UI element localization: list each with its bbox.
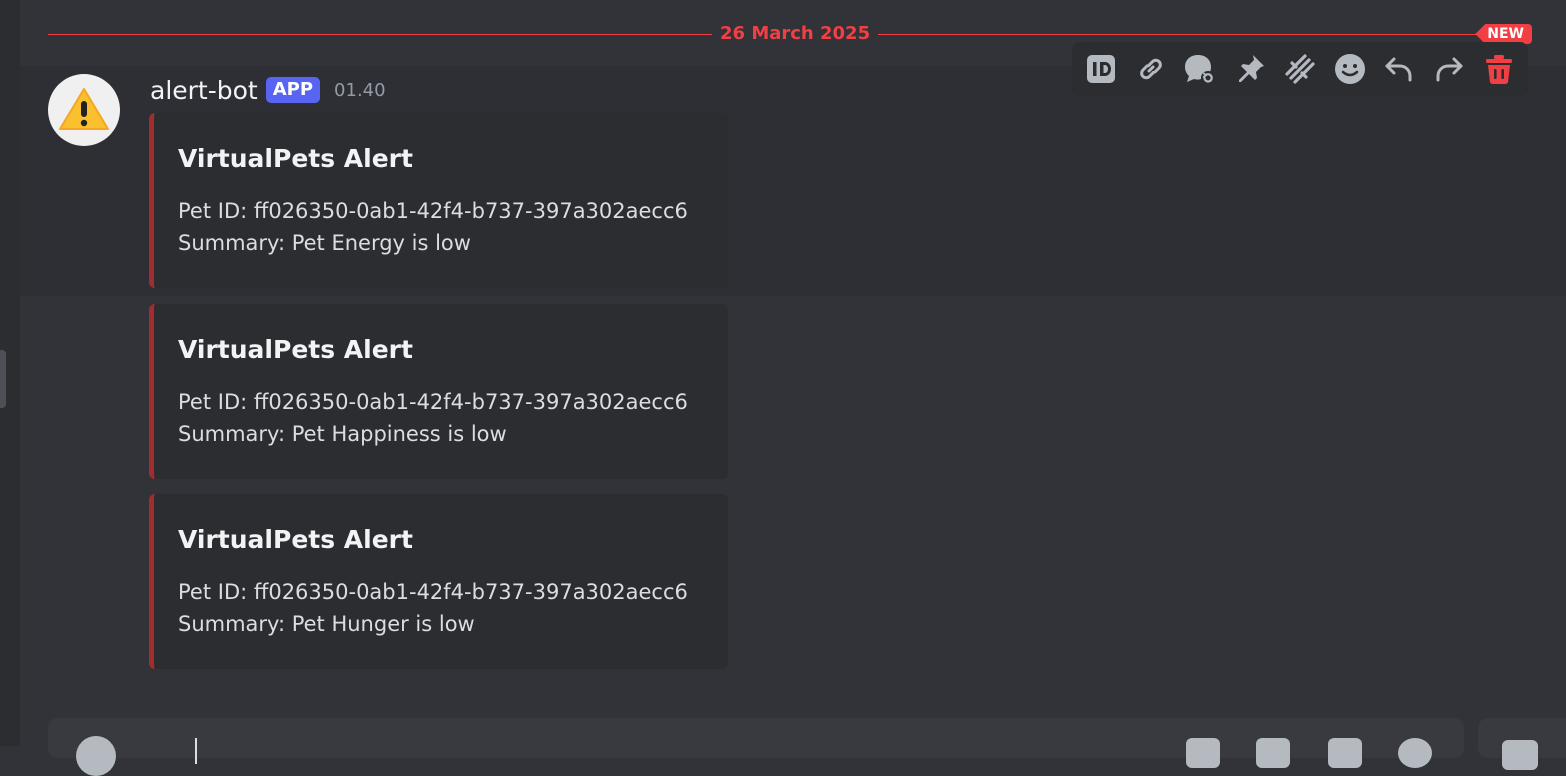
new-badge: NEW	[1475, 24, 1532, 44]
message-actions-toolbar	[1072, 42, 1528, 96]
delete-icon	[1486, 55, 1512, 85]
embed-summary: Summary: Pet Energy is low	[178, 231, 471, 255]
emoji-icon	[1334, 54, 1365, 84]
emoji-picker-icon[interactable]	[1398, 738, 1432, 768]
gif-icon[interactable]	[1256, 738, 1290, 768]
embed-pet-id: Pet ID: ff026350-0ab1-42f4-b737-397a302a…	[178, 580, 688, 604]
embed-pet-id: Pet ID: ff026350-0ab1-42f4-b737-397a302a…	[178, 199, 688, 223]
alert-embed: VirtualPets Alert Pet ID: ff026350-0ab1-…	[149, 304, 728, 479]
forward-icon	[1436, 57, 1463, 82]
copy-id-button[interactable]	[1081, 49, 1121, 89]
apps-launcher-icon[interactable]	[1502, 740, 1538, 770]
message-composer[interactable]	[48, 718, 1464, 776]
id-icon	[1086, 55, 1115, 83]
embed-title: VirtualPets Alert	[178, 335, 413, 364]
warning-icon	[59, 88, 109, 130]
add-reaction-button[interactable]	[1330, 49, 1370, 89]
embed-summary: Summary: Pet Happiness is low	[178, 422, 507, 446]
gift-icon[interactable]	[1186, 738, 1220, 768]
reply-icon	[1385, 57, 1412, 82]
embed-summary: Summary: Pet Hunger is low	[178, 612, 475, 636]
alert-embed: VirtualPets Alert Pet ID: ff026350-0ab1-…	[149, 113, 728, 288]
add-attachment-icon[interactable]	[76, 736, 116, 776]
divider-date: 26 March 2025	[712, 22, 879, 46]
copy-link-button[interactable]	[1131, 49, 1171, 89]
sidebar-resize-handle[interactable]	[0, 350, 6, 408]
avatar[interactable]	[48, 74, 120, 146]
embed-title: VirtualPets Alert	[178, 525, 413, 554]
pin-message-button[interactable]	[1230, 49, 1270, 89]
embed-title: VirtualPets Alert	[178, 144, 413, 173]
text-cursor	[195, 738, 197, 764]
apps-launcher[interactable]	[1478, 718, 1566, 770]
timestamp[interactable]: 01.40	[334, 80, 386, 101]
sticker-icon[interactable]	[1328, 738, 1362, 768]
apps-button[interactable]	[1280, 49, 1320, 89]
reply-button[interactable]	[1379, 49, 1419, 89]
app-tag: APP	[265, 77, 321, 103]
username[interactable]: alert-bot	[150, 76, 258, 105]
embed-pet-id: Pet ID: ff026350-0ab1-42f4-b737-397a302a…	[178, 390, 688, 414]
forward-button[interactable]	[1429, 49, 1469, 89]
create-thread-button[interactable]	[1180, 49, 1220, 89]
delete-message-button[interactable]	[1479, 49, 1519, 89]
pin-icon	[1239, 55, 1265, 82]
apps-icon	[1285, 54, 1315, 84]
message-header: alert-bot APP 01.40	[150, 72, 386, 108]
link-icon	[1139, 58, 1162, 80]
alert-embed: VirtualPets Alert Pet ID: ff026350-0ab1-…	[149, 494, 728, 669]
thread-icon	[1185, 55, 1216, 85]
